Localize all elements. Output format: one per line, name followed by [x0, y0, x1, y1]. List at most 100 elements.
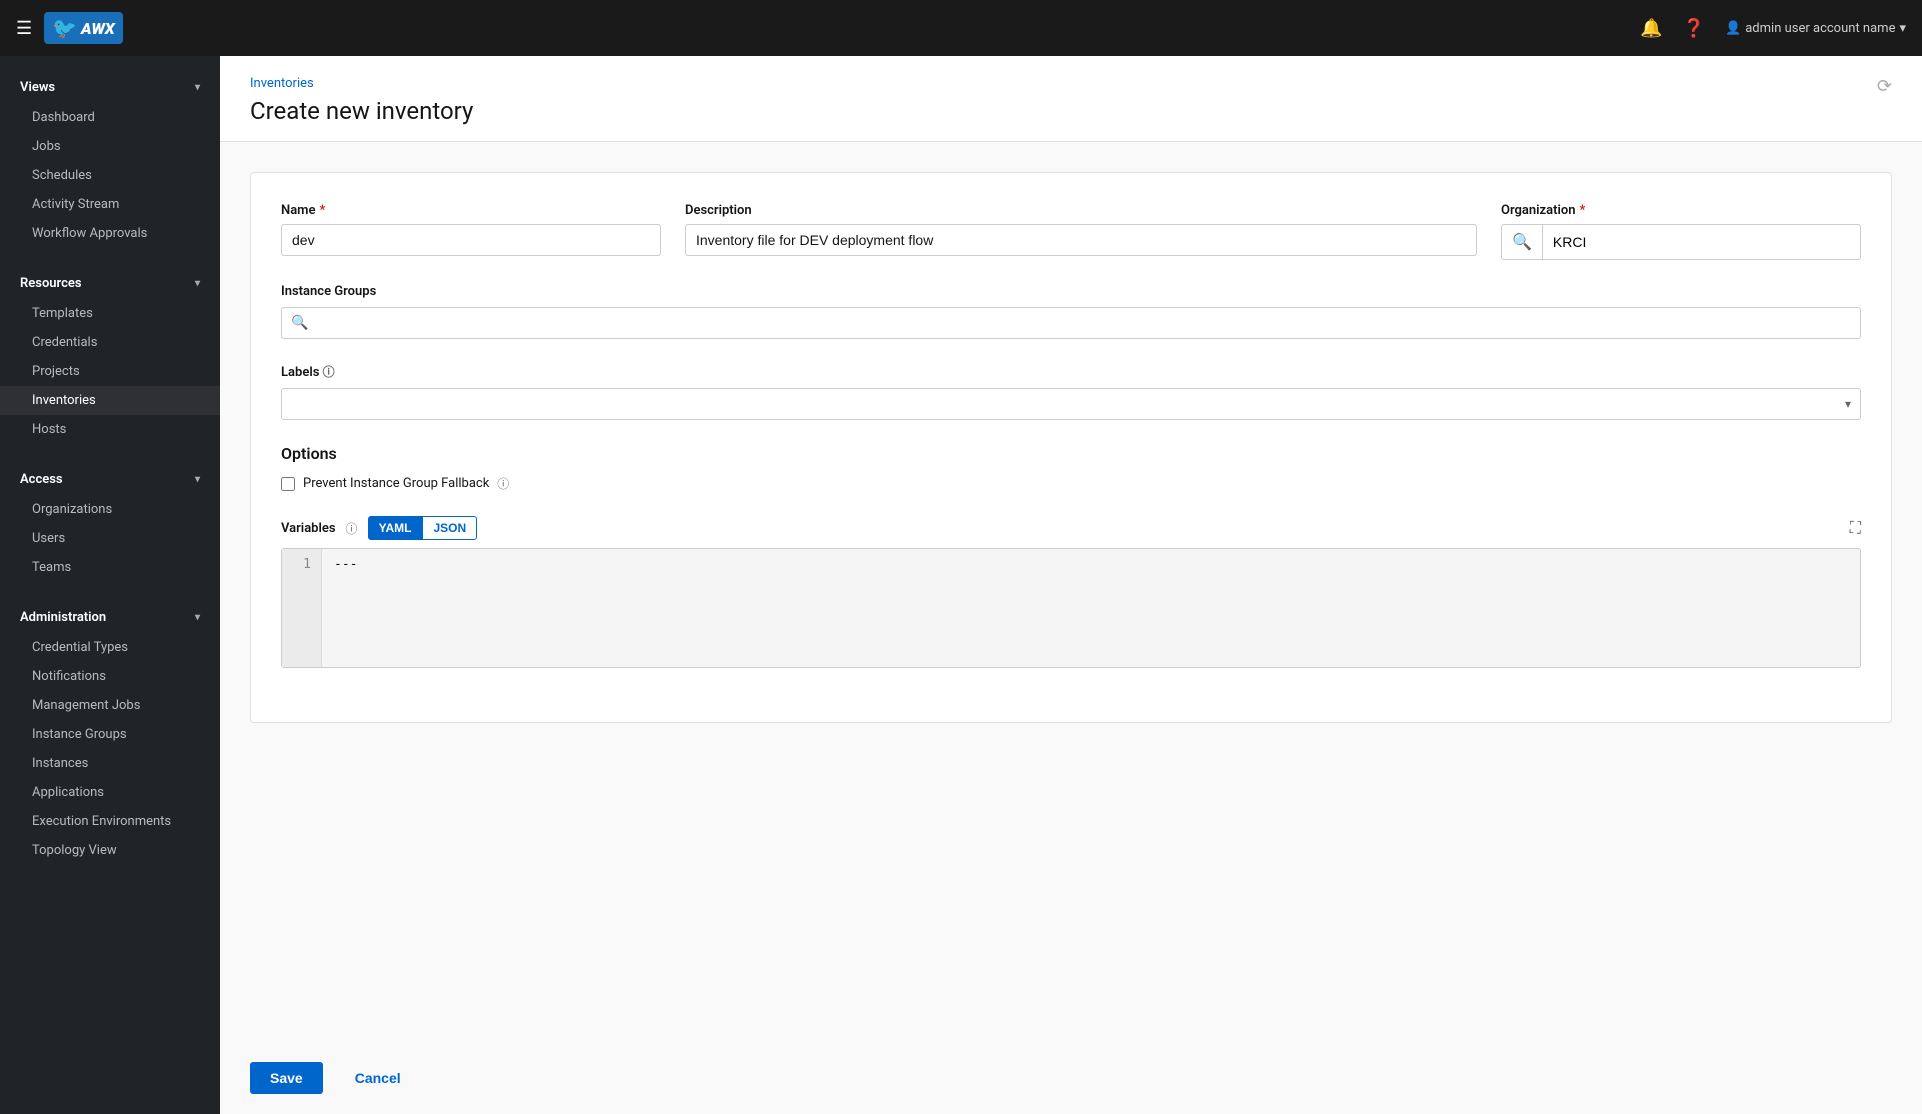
- organization-field-group: Organization * 🔍: [1501, 203, 1861, 260]
- sidebar-item-credentials[interactable]: Credentials: [0, 328, 220, 357]
- user-name-label: admin user account name: [1745, 21, 1895, 36]
- sidebar-item-templates[interactable]: Templates: [0, 299, 220, 328]
- labels-section: Labels ⓘ ▾: [281, 363, 1861, 420]
- logo-text: AWX: [81, 19, 115, 38]
- organization-input-wrapper: 🔍: [1501, 224, 1861, 260]
- administration-section-label: Administration: [20, 610, 106, 625]
- variables-header-left: Variables ⓘ YAML JSON: [281, 516, 477, 540]
- access-section: Access ▾ Organizations Users Teams: [0, 448, 220, 586]
- variables-label: Variables: [281, 521, 336, 536]
- form-row-top: Name * Description Organization *: [281, 203, 1861, 260]
- notification-icon[interactable]: 🔔: [1640, 18, 1662, 39]
- main-content: Inventories Create new inventory ⟳ Name …: [220, 56, 1922, 1114]
- sidebar-item-schedules[interactable]: Schedules: [0, 161, 220, 190]
- breadcrumb[interactable]: Inventories: [250, 76, 473, 91]
- labels-help-icon[interactable]: ⓘ: [323, 365, 335, 379]
- administration-section: Administration ▾ Credential Types Notifi…: [0, 586, 220, 869]
- resources-section-header[interactable]: Resources ▾: [0, 268, 220, 299]
- sidebar-item-projects[interactable]: Projects: [0, 357, 220, 386]
- history-icon[interactable]: ⟳: [1877, 76, 1892, 97]
- prevent-fallback-checkbox[interactable]: [281, 477, 295, 491]
- form-actions: Save Cancel: [220, 1042, 1922, 1114]
- user-chevron-icon: ▾: [1899, 21, 1906, 36]
- sidebar-item-hosts[interactable]: Hosts: [0, 415, 220, 444]
- access-section-header[interactable]: Access ▾: [0, 464, 220, 495]
- sidebar-item-credential-types[interactable]: Credential Types: [0, 633, 220, 662]
- user-icon: 👤: [1725, 21, 1741, 36]
- labels-select[interactable]: [281, 388, 1861, 420]
- instance-groups-label: Instance Groups: [281, 284, 1861, 299]
- org-search-icon: 🔍: [1512, 234, 1532, 251]
- description-field-group: Description: [685, 203, 1477, 260]
- name-label: Name *: [281, 203, 661, 218]
- resources-chevron-icon: ▾: [195, 278, 200, 289]
- help-icon[interactable]: ❓: [1683, 18, 1705, 39]
- logo-bird-icon: 🐦: [52, 16, 77, 40]
- organization-search-button[interactable]: 🔍: [1502, 225, 1543, 259]
- administration-chevron-icon: ▾: [195, 612, 200, 623]
- name-field-group: Name *: [281, 203, 661, 260]
- line-number-1: 1: [292, 557, 311, 572]
- awx-logo: 🐦 AWX: [44, 12, 123, 44]
- sidebar-item-activity-stream[interactable]: Activity Stream: [0, 190, 220, 219]
- yaml-tab[interactable]: YAML: [368, 516, 423, 540]
- sidebar-item-organizations[interactable]: Organizations: [0, 495, 220, 524]
- cancel-button[interactable]: Cancel: [335, 1062, 421, 1094]
- resources-section: Resources ▾ Templates Credentials Projec…: [0, 252, 220, 448]
- form-area: Name * Description Organization *: [220, 142, 1922, 1042]
- org-required-star: *: [1579, 203, 1585, 218]
- code-line-numbers: 1: [282, 549, 322, 667]
- views-section-header[interactable]: Views ▾: [0, 72, 220, 103]
- expand-icon[interactable]: ⛶: [1850, 518, 1861, 538]
- description-label: Description: [685, 203, 1477, 218]
- sidebar-item-workflow-approvals[interactable]: Workflow Approvals: [0, 219, 220, 248]
- sidebar-item-applications[interactable]: Applications: [0, 778, 220, 807]
- views-chevron-icon: ▾: [195, 82, 200, 93]
- page-title: Create new inventory: [250, 97, 473, 125]
- variables-help-icon[interactable]: ⓘ: [346, 520, 358, 537]
- sidebar-item-topology-view[interactable]: Topology View: [0, 836, 220, 865]
- organization-label: Organization *: [1501, 203, 1861, 218]
- sidebar-item-inventories[interactable]: Inventories: [0, 386, 220, 415]
- sidebar: Views ▾ Dashboard Jobs Schedules Activit…: [0, 56, 220, 1114]
- prevent-fallback-help-icon[interactable]: ⓘ: [497, 475, 509, 492]
- options-section: Options Prevent Instance Group Fallback …: [281, 444, 1861, 492]
- instance-groups-search-icon: 🔍: [291, 315, 308, 331]
- code-content[interactable]: ---: [322, 549, 1860, 667]
- navbar: ☰ 🐦 AWX 🔔 ❓ 👤 admin user account name ▾: [0, 0, 1922, 56]
- sidebar-item-users[interactable]: Users: [0, 524, 220, 553]
- labels-select-wrapper: ▾: [281, 388, 1861, 420]
- description-input[interactable]: [685, 224, 1477, 256]
- sidebar-item-dashboard[interactable]: Dashboard: [0, 103, 220, 132]
- instance-groups-input[interactable]: [281, 307, 1861, 339]
- access-section-label: Access: [20, 472, 63, 487]
- name-input[interactable]: [281, 224, 661, 256]
- sidebar-item-teams[interactable]: Teams: [0, 553, 220, 582]
- sidebar-item-instance-groups[interactable]: Instance Groups: [0, 720, 220, 749]
- save-button[interactable]: Save: [250, 1062, 323, 1094]
- access-chevron-icon: ▾: [195, 474, 200, 485]
- sidebar-item-jobs[interactable]: Jobs: [0, 132, 220, 161]
- options-title: Options: [281, 444, 1861, 463]
- prevent-fallback-label: Prevent Instance Group Fallback: [303, 476, 489, 491]
- json-tab[interactable]: JSON: [422, 516, 477, 540]
- labels-label: Labels ⓘ: [281, 363, 1861, 380]
- user-menu[interactable]: 👤 admin user account name ▾: [1725, 21, 1906, 36]
- variables-section: Variables ⓘ YAML JSON ⛶ 1: [281, 516, 1861, 668]
- resources-section-label: Resources: [20, 276, 82, 291]
- sidebar-item-instances[interactable]: Instances: [0, 749, 220, 778]
- form-card: Name * Description Organization *: [250, 172, 1892, 723]
- name-required-star: *: [319, 203, 325, 218]
- variables-header: Variables ⓘ YAML JSON ⛶: [281, 516, 1861, 540]
- administration-section-header[interactable]: Administration ▾: [0, 602, 220, 633]
- sidebar-item-execution-environments[interactable]: Execution Environments: [0, 807, 220, 836]
- hamburger-icon[interactable]: ☰: [16, 18, 32, 39]
- organization-input[interactable]: [1543, 227, 1860, 257]
- sidebar-item-management-jobs[interactable]: Management Jobs: [0, 691, 220, 720]
- instance-groups-section: Instance Groups 🔍: [281, 284, 1861, 339]
- code-editor[interactable]: 1 ---: [281, 548, 1861, 668]
- sidebar-item-notifications[interactable]: Notifications: [0, 662, 220, 691]
- variables-tab-group: YAML JSON: [368, 516, 478, 540]
- views-section-label: Views: [20, 80, 55, 95]
- instance-groups-search-wrapper: 🔍: [281, 307, 1861, 339]
